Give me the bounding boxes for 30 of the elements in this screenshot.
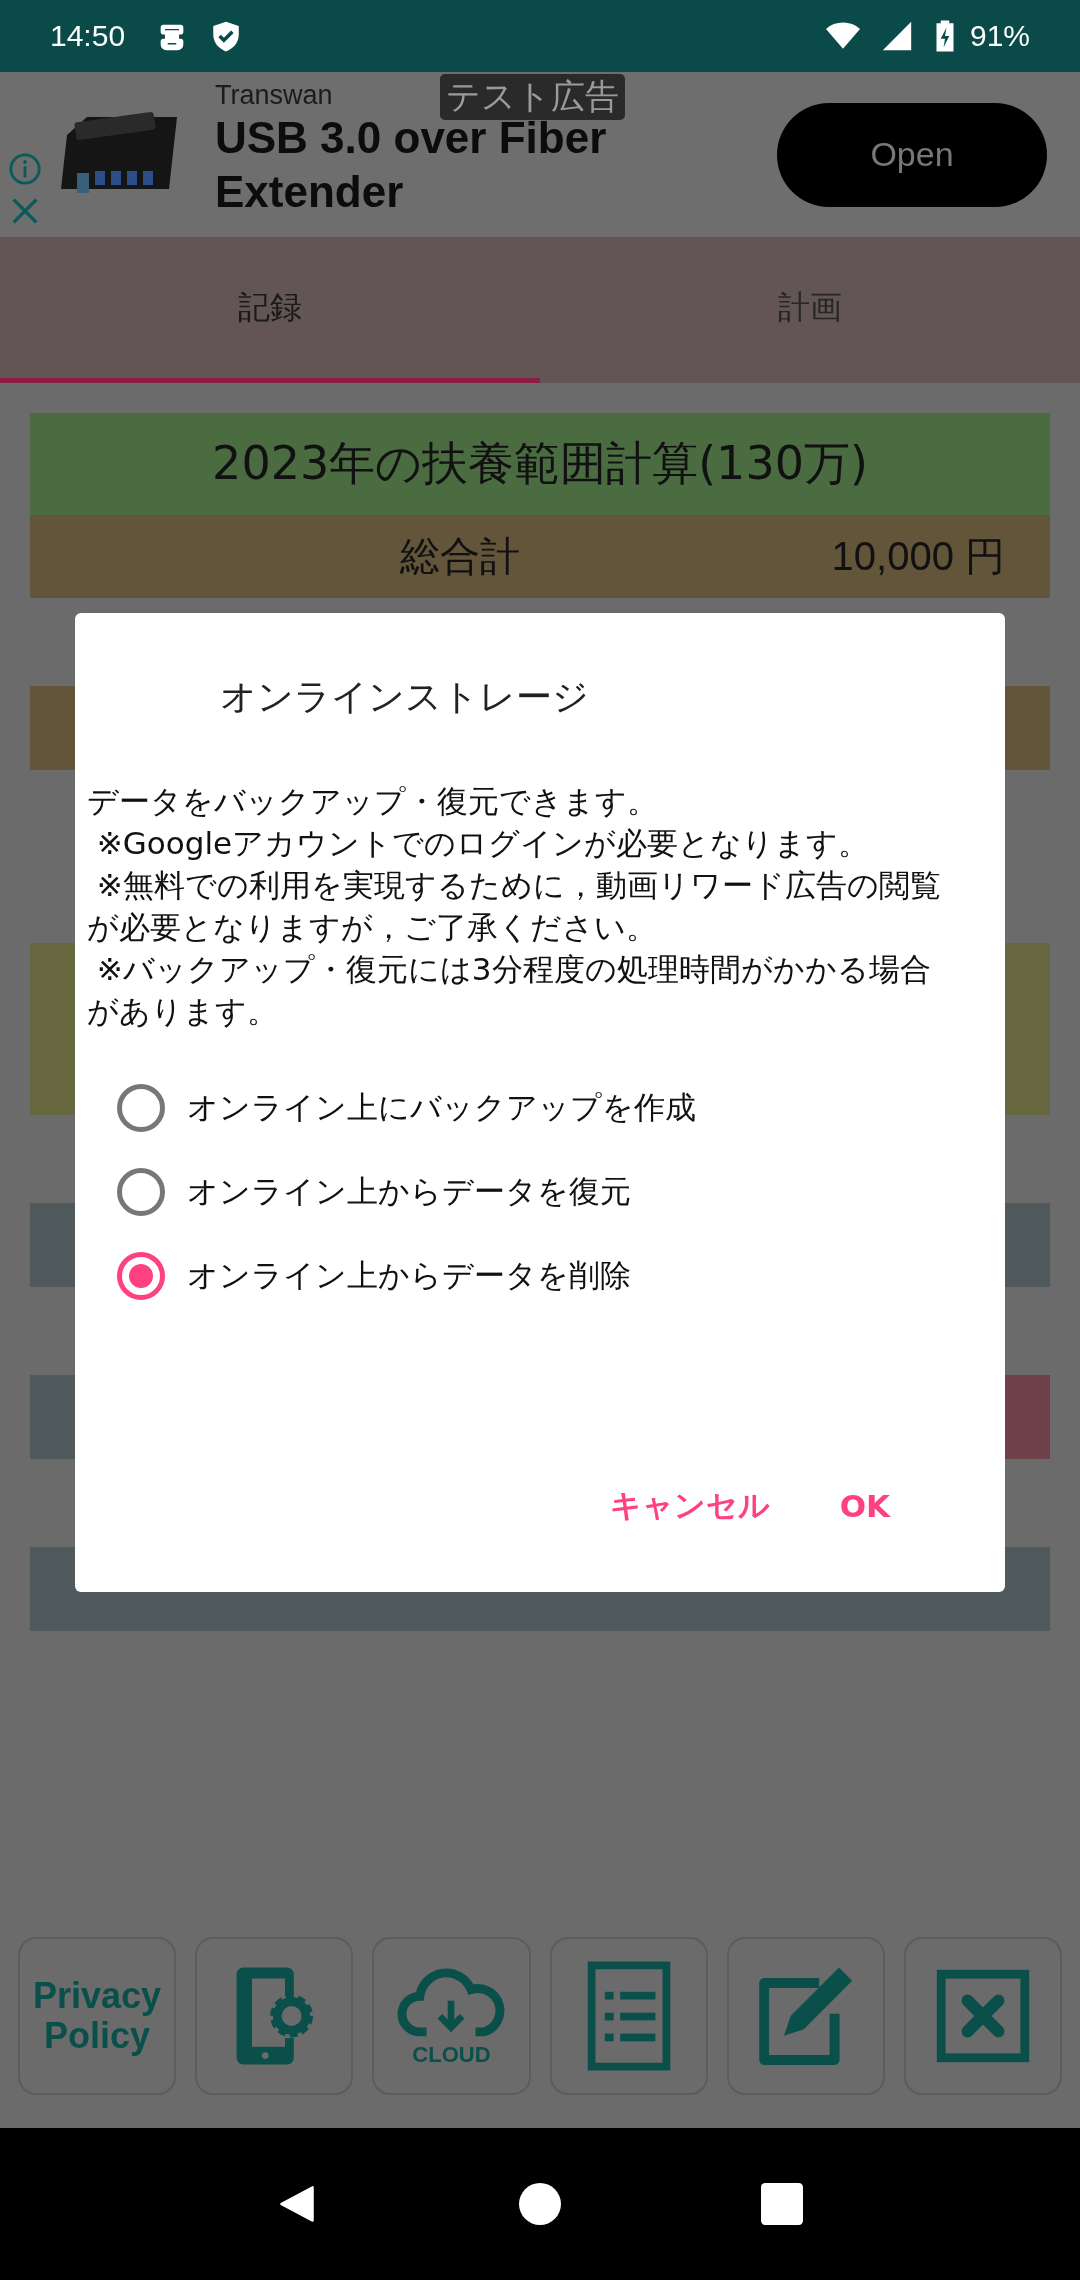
tab[interactable]: 計画 bbox=[540, 237, 1080, 383]
total-value: 10,000 円 bbox=[831, 533, 1005, 580]
recents-icon[interactable] bbox=[761, 2183, 803, 2225]
toolbar-button[interactable]: CLOUD bbox=[372, 1937, 531, 2095]
advertiser-name: Transwan bbox=[215, 80, 333, 111]
radio-button[interactable] bbox=[117, 1252, 165, 1300]
dialog-title: オンラインストレージ bbox=[220, 675, 590, 719]
open-button[interactable]: Open bbox=[777, 102, 1047, 207]
privacy-policy-button[interactable]: Privacy Policy bbox=[18, 1937, 177, 2095]
tab[interactable]: 記録 bbox=[0, 237, 540, 383]
radio-button[interactable] bbox=[117, 1168, 165, 1216]
summary-title: 2023年の扶養範囲計算(130万) bbox=[30, 413, 1050, 515]
option-label[interactable]: オンライン上からデータを復元 bbox=[187, 1171, 631, 1213]
toolbar-button[interactable] bbox=[903, 1937, 1063, 2095]
cancel-button[interactable]: キャンセル bbox=[589, 1475, 790, 1537]
toolbar-button[interactable] bbox=[549, 1937, 708, 2095]
cloud-label: CLOUD bbox=[412, 2042, 491, 2068]
home-icon[interactable] bbox=[519, 2183, 561, 2225]
dialog-message: データをバックアップ・復元できます。 ※Googleアカウントでのログインが必要となります。 ※無料での利用を実現するために，動画リワード広告の閲覧が必要となりますが，ご了承ください。 ※バックアップ・復元には3分程度の処理時間がかかる場合があります。 bbox=[87, 782, 942, 1031]
battery-level: 91% bbox=[969, 19, 1030, 53]
info-icon[interactable] bbox=[8, 151, 42, 186]
test-ad-badge: テスト広告 bbox=[440, 74, 625, 120]
option-label[interactable]: オンライン上にバックアップを作成 bbox=[187, 1087, 696, 1129]
total-label: 総合計 bbox=[400, 532, 520, 581]
ok-button[interactable]: OK bbox=[819, 1475, 910, 1537]
toolbar-button[interactable] bbox=[726, 1937, 885, 2095]
option-label[interactable]: オンライン上からデータを削除 bbox=[187, 1255, 631, 1297]
status-time: 14:50 bbox=[50, 19, 126, 53]
toolbar-button[interactable] bbox=[195, 1937, 354, 2095]
radio-button[interactable] bbox=[117, 1084, 165, 1132]
